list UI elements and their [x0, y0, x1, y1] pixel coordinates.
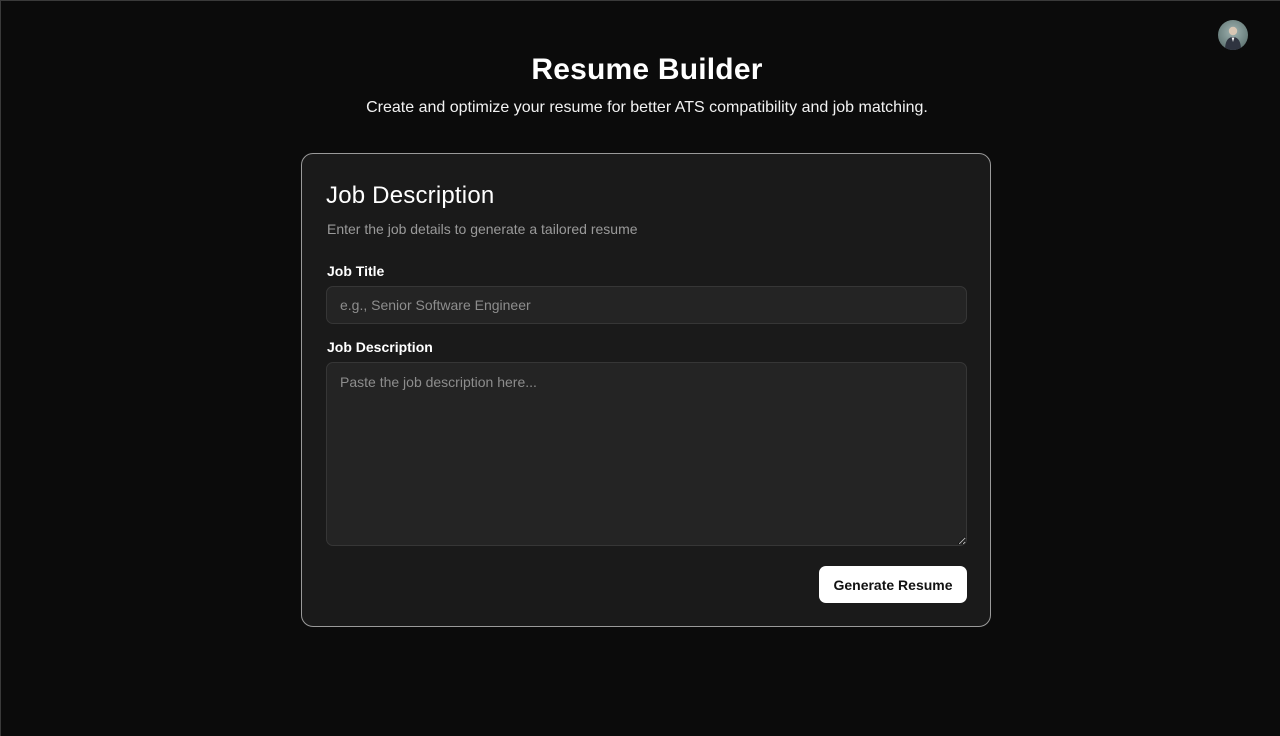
job-description-card: Job Description Enter the job details to… [301, 153, 991, 627]
job-description-label: Job Description [327, 339, 433, 355]
card-title: Job Description [326, 182, 495, 209]
user-avatar[interactable] [1218, 20, 1248, 50]
job-title-input[interactable] [326, 286, 967, 324]
page-title: Resume Builder [531, 53, 763, 86]
job-title-label: Job Title [327, 263, 385, 279]
card-description: Enter the job details to generate a tail… [327, 221, 638, 237]
page-subtitle: Create and optimize your resume for bett… [366, 99, 928, 116]
job-description-textarea[interactable] [326, 362, 967, 546]
user-avatar-icon [1225, 26, 1241, 50]
generate-resume-button[interactable]: Generate Resume [819, 566, 967, 603]
